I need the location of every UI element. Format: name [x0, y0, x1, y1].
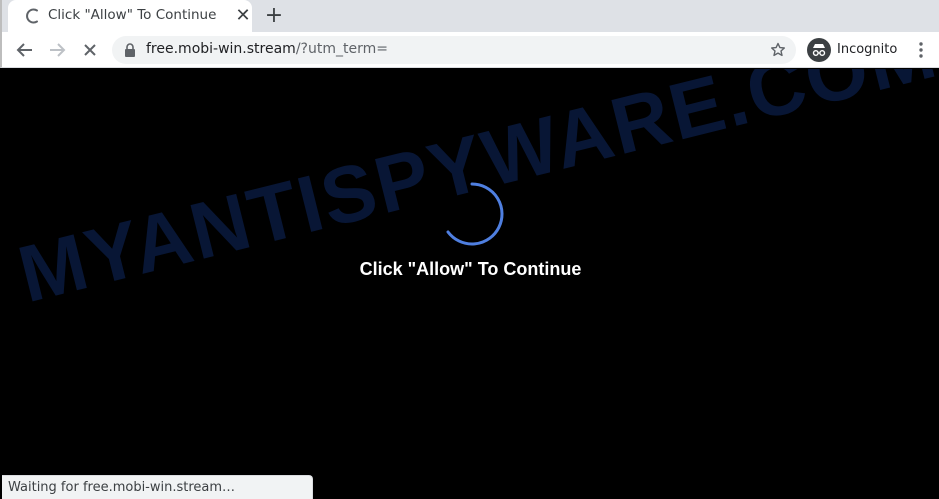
url-text[interactable]: free.mobi-win.stream/?utm_term=	[146, 41, 388, 57]
incognito-indicator[interactable]: Incognito	[804, 35, 902, 65]
tab-strip: Click "Allow" To Continue ✕ +	[0, 0, 939, 32]
tab-title: Click "Allow" To Continue	[48, 7, 217, 23]
tab-active[interactable]: Click "Allow" To Continue ✕	[8, 0, 252, 32]
back-arrow-icon	[16, 43, 32, 57]
incognito-label: Incognito	[837, 42, 898, 57]
page-content: MYANTISPYWARE.COM Click "Allow" To Conti…	[2, 69, 939, 499]
more-vert-icon	[919, 42, 923, 58]
stop-loading-button[interactable]	[78, 38, 102, 62]
browser-toolbar: free.mobi-win.stream/?utm_term= Incognit…	[0, 32, 939, 68]
url-host: free.mobi-win.stream	[146, 41, 296, 57]
tab-close-icon[interactable]: ✕	[234, 7, 252, 25]
status-bubble: Waiting for free.mobi-win.stream…	[2, 475, 313, 499]
status-text: Waiting for free.mobi-win.stream…	[8, 480, 236, 495]
lock-icon[interactable]	[124, 43, 136, 57]
browser-menu-button[interactable]	[912, 40, 930, 60]
new-tab-button[interactable]: +	[263, 5, 285, 27]
close-icon	[84, 44, 96, 56]
loading-spinner	[446, 182, 504, 246]
star-icon	[771, 42, 785, 57]
address-bar[interactable]: free.mobi-win.stream/?utm_term=	[112, 36, 796, 64]
allow-message: Click "Allow" To Continue	[359, 259, 582, 279]
forward-arrow-icon	[50, 43, 66, 57]
url-path: /?utm_term=	[295, 41, 388, 57]
bookmark-star-button[interactable]	[768, 40, 788, 60]
back-button[interactable]	[13, 38, 37, 62]
incognito-icon	[807, 38, 831, 62]
loading-icon	[26, 8, 38, 24]
forward-button[interactable]	[45, 38, 69, 62]
